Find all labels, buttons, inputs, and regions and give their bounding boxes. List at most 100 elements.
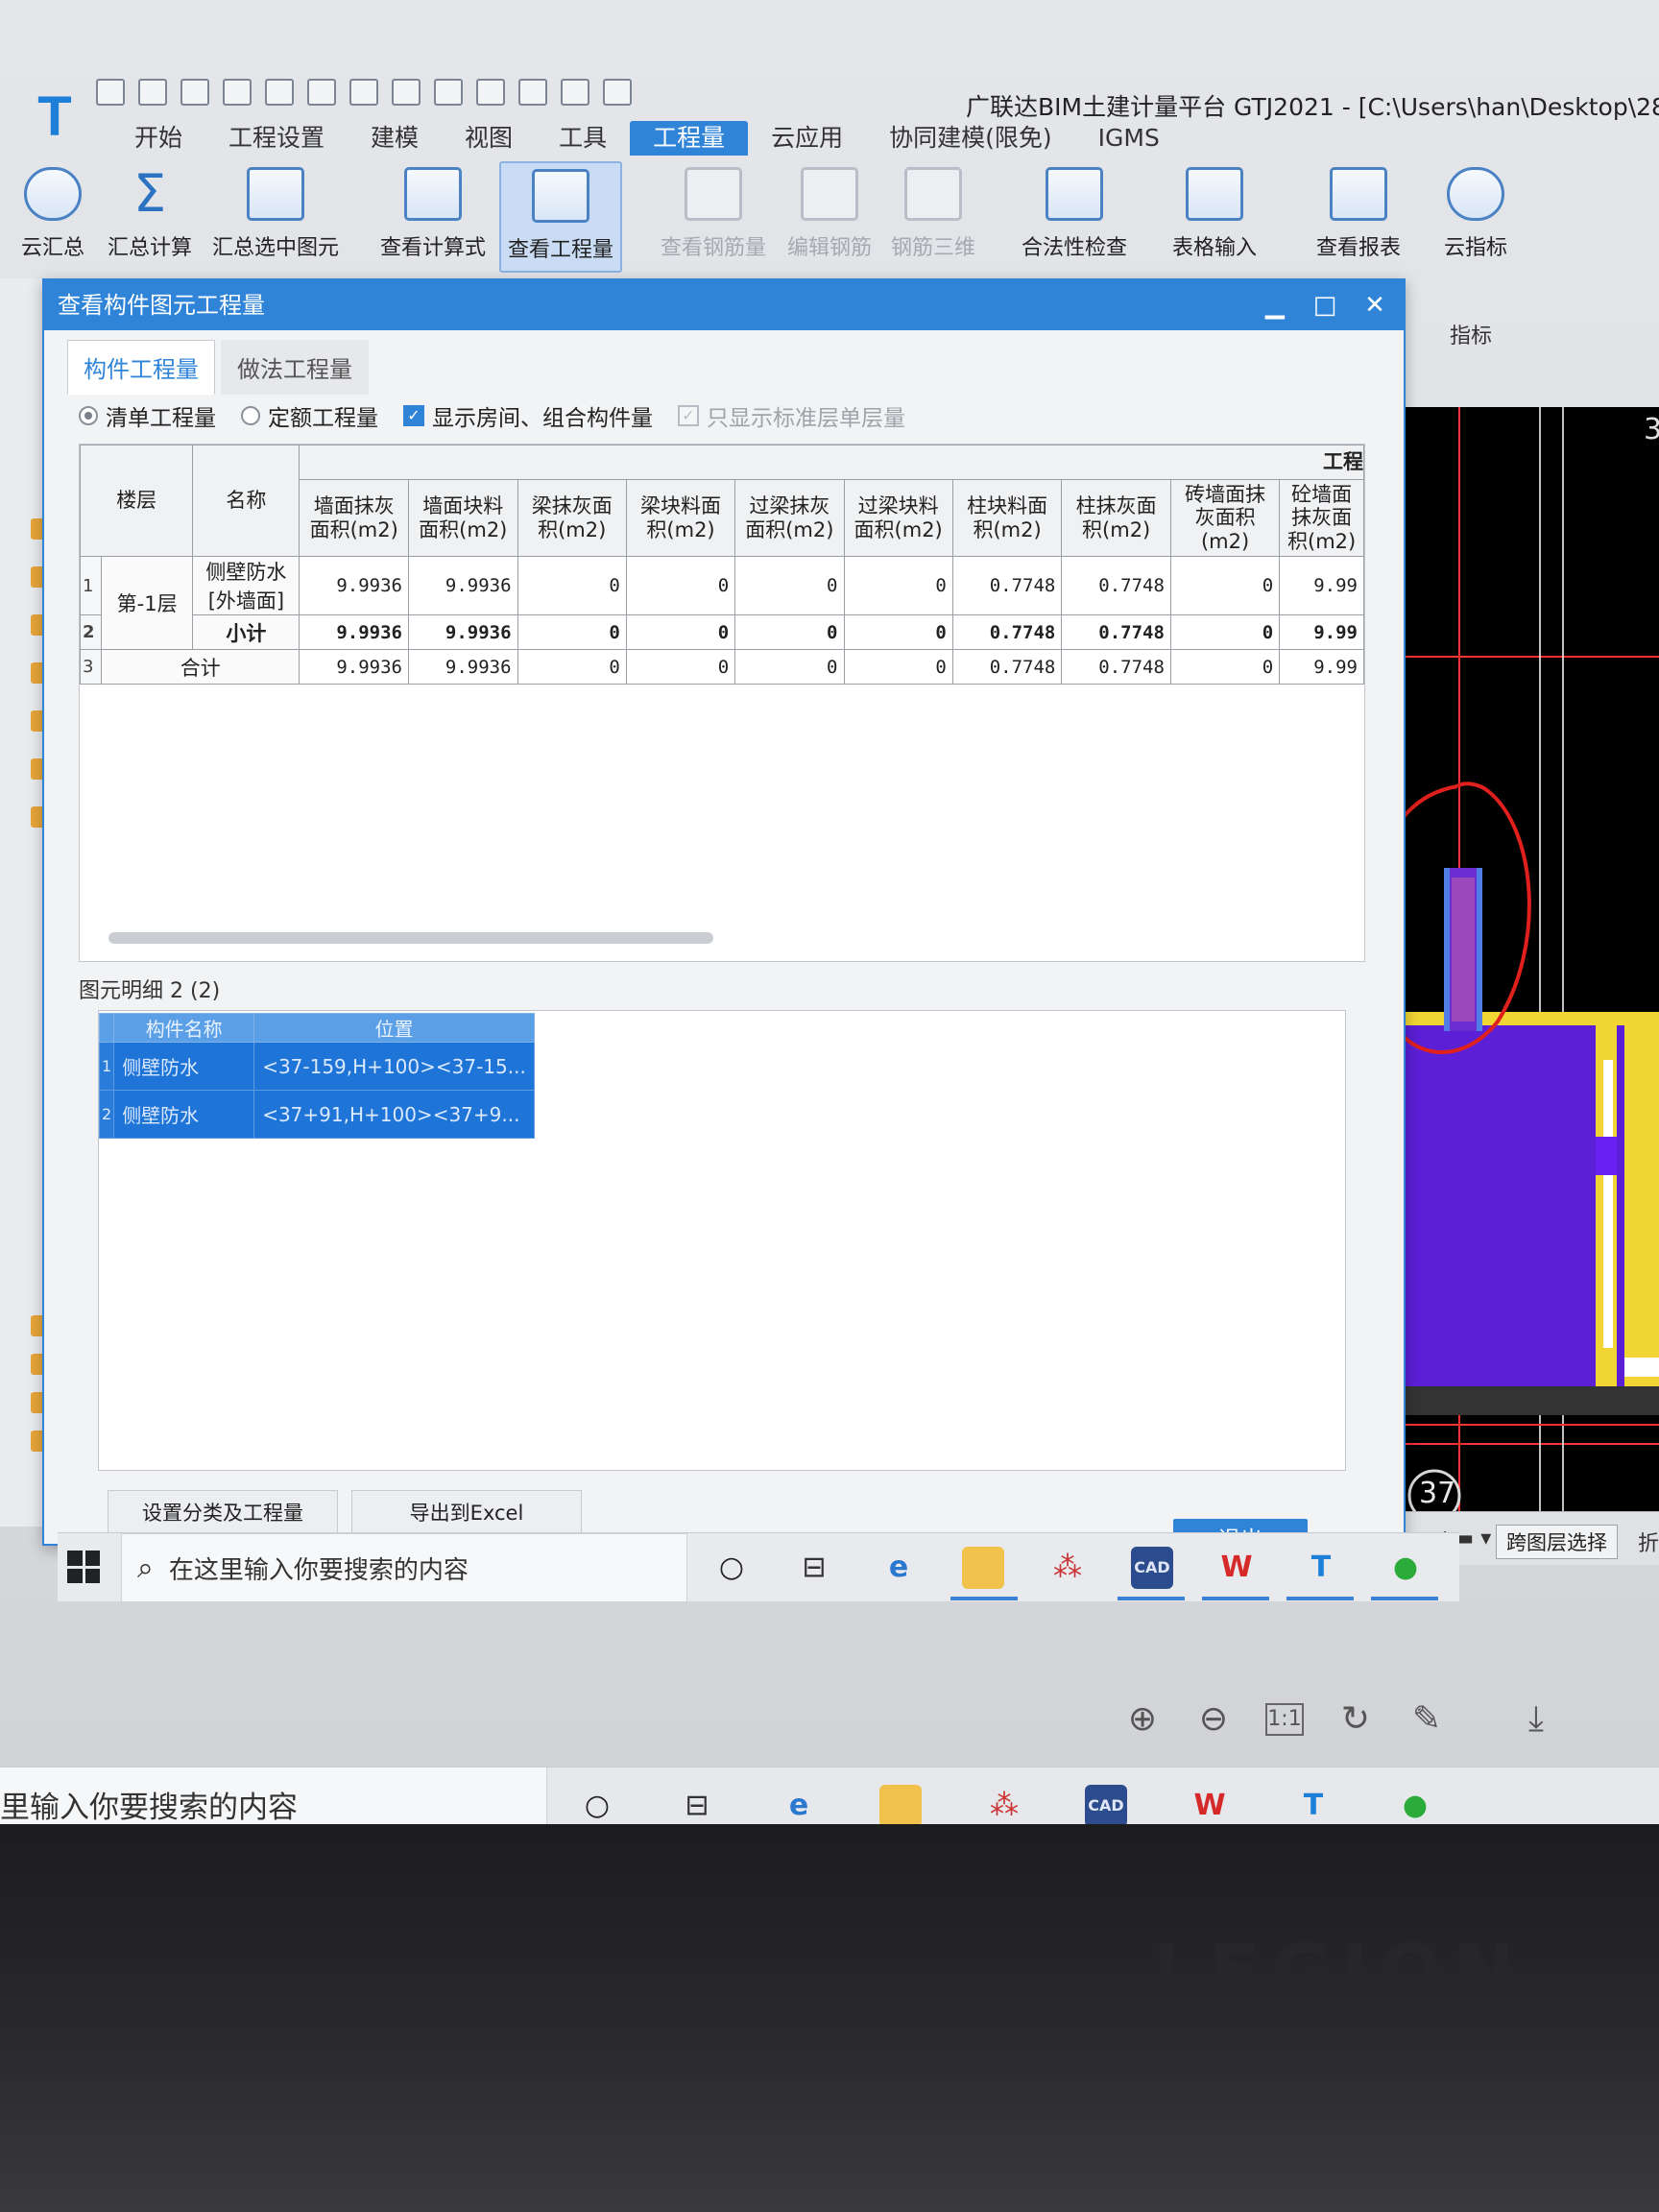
download-icon[interactable]: ⤓ [1517,1699,1555,1740]
wechat-icon[interactable]: ● [1384,1547,1427,1589]
menu-item-1[interactable]: 工程设置 [205,121,348,156]
table-row[interactable]: 1 侧壁防水 <37-159,H+100><37-15... [98,1042,535,1091]
task-view-icon[interactable]: ⊟ [676,1785,718,1827]
group-header: 工程 [299,445,1364,480]
edit-pen-icon[interactable]: ✎ [1407,1699,1446,1740]
edge-icon[interactable]: e [778,1785,820,1827]
wps-icon[interactable]: W [1189,1785,1231,1827]
cad-icon[interactable]: CAD [1085,1785,1127,1827]
cloud-sum-button[interactable]: 云汇总 [19,161,86,261]
menu-item-0[interactable]: 开始 [111,121,205,156]
table-row[interactable]: 1 第-1层 侧壁防水[外墙面] 9.9936 9.9936 0 0 0 0 0… [80,556,1364,650]
edit-icon[interactable] [518,79,547,106]
app-icon[interactable]: ⁂ [983,1785,1025,1827]
formula-icon[interactable] [392,79,421,106]
windows-start-icon[interactable] [67,1551,100,1583]
quota-qty-radio[interactable]: 定额工程量 [241,399,378,432]
menu-item-2[interactable]: 建模 [348,121,442,156]
close-icon[interactable]: ✕ [1350,280,1400,330]
row-number: 2 [98,1090,115,1139]
glodon-t-icon[interactable]: T [1300,1547,1342,1589]
quantity-icon[interactable] [434,79,463,106]
open-icon[interactable] [180,79,209,106]
cortana-icon[interactable]: ○ [576,1785,618,1827]
wps-icon[interactable]: W [1215,1547,1258,1589]
zoom-in-icon[interactable]: ⊕ [1123,1699,1162,1740]
col-header-component: 构件名称 [113,1013,255,1043]
disk-icon[interactable] [223,79,252,106]
sum-icon[interactable] [349,79,378,106]
value-cell: 0 [625,649,736,685]
table-row[interactable]: 2 小计 9.9936 9.9936 0 0 0 0 0.7748 0.7748… [80,614,1364,650]
element-detail-header: 图元明细 2 (2) [79,979,221,1003]
value-cell: 0.7748 [1061,614,1171,650]
layout-icon[interactable] [561,79,589,106]
wechat-icon[interactable]: ● [1394,1785,1436,1827]
edit-rebar-button[interactable]: 编辑钢筋 [781,161,878,261]
menu-item-6[interactable]: 云应用 [748,121,866,156]
col-header: 过梁抹灰面积(m2) [734,479,845,557]
checkmark-icon: ✓ [403,405,424,426]
cross-layer-select-button[interactable]: 跨图层选择 [1496,1525,1618,1559]
menu-item-7[interactable]: 协同建模(限免) [866,121,1075,156]
horizontal-scrollbar[interactable] [108,932,713,944]
cortana-icon[interactable]: ○ [710,1547,753,1589]
col-header: 砖墙面抹灰面积(m2) [1169,479,1281,557]
row-number: 1 [80,556,102,615]
radio-icon [241,406,260,425]
active-indicator [1286,1597,1354,1600]
menu-item-5[interactable]: 工程量 [630,121,749,156]
file-explorer-icon[interactable] [879,1785,922,1827]
rebar-icon[interactable] [476,79,505,106]
std-floor-only-checkbox[interactable]: ✓ 只显示标准层单层量 [678,399,905,432]
view-formula-button[interactable]: 查看计算式 [369,161,497,261]
menu-item-4[interactable]: 工具 [536,121,630,156]
active-indicator [1202,1597,1269,1600]
task-view-icon[interactable]: ⊟ [793,1547,835,1589]
view-quantity-button[interactable]: 查看工程量 [499,161,622,273]
app-icon[interactable]: ⁂ [1046,1547,1089,1589]
tab-method-quantity[interactable]: 做法工程量 [221,340,369,395]
cloud-index-button[interactable]: 云指标 [1432,161,1519,261]
new-file-icon[interactable] [96,79,125,106]
tab-component-quantity[interactable]: 构件工程量 [67,340,215,395]
view-rebar-button[interactable]: 查看钢筋量 [651,161,776,261]
fold-button[interactable]: 折 [1638,1527,1659,1557]
set-category-button[interactable]: 设置分类及工程量 [108,1490,338,1534]
element-detail-panel: 构件名称 位置 1 侧壁防水 <37-159,H+100><37-15... 2… [98,1010,1346,1471]
rotate-icon[interactable]: ↻ [1336,1699,1375,1740]
minimize-icon[interactable]: ▁ [1250,280,1300,330]
value-cell: 0 [843,614,953,650]
zoom-out-icon[interactable]: ⊖ [1194,1699,1233,1740]
table-row[interactable]: 3 合计 9.9936 9.9936 0 0 0 0 0.7748 0.7748… [80,649,1364,685]
component-cell: 侧壁防水 [113,1042,255,1091]
export-excel-button[interactable]: 导出到Excel [351,1490,582,1534]
actual-size-icon[interactable]: 1:1 [1265,1703,1304,1736]
table-row[interactable]: 2 侧壁防水 <37+91,H+100><37+9... [98,1090,535,1139]
glodon-t-icon[interactable]: T [1292,1785,1334,1827]
sum-selected-button[interactable]: 汇总选中图元 [209,161,342,261]
row-number: 3 [80,649,102,685]
export-icon[interactable] [603,79,632,106]
menu-item-3[interactable]: 视图 [442,121,536,156]
show-rooms-checkbox[interactable]: ✓ 显示房间、组合构件量 [403,399,653,432]
menu-item-8[interactable]: IGMS [1075,121,1183,156]
ribbon-label: 汇总选中图元 [211,236,339,260]
value-cell: 0 [843,649,953,685]
table-input-button[interactable]: 表格输入 [1162,161,1267,261]
bill-qty-radio[interactable]: 清单工程量 [79,399,216,432]
taskbar-search[interactable]: ⌕ 在这里输入你要搜索的内容 [121,1533,687,1602]
view-report-button[interactable]: 查看报表 [1306,161,1411,261]
legality-check-button[interactable]: 合法性检查 [1012,161,1137,261]
edge-icon[interactable]: e [878,1547,920,1589]
rebar-3d-button[interactable]: 钢筋三维 [885,161,981,261]
file-explorer-icon[interactable] [962,1547,1004,1589]
sum-calc-button[interactable]: Σ 汇总计算 [102,161,198,261]
ribbon-label: 表格输入 [1171,236,1257,260]
save-icon[interactable] [138,79,167,106]
undo-icon[interactable] [265,79,294,106]
cad-icon[interactable]: CAD [1131,1547,1173,1589]
redo-icon[interactable] [307,79,336,106]
value-cell: 9.9936 [299,649,409,685]
maximize-icon[interactable]: □ [1300,280,1350,330]
